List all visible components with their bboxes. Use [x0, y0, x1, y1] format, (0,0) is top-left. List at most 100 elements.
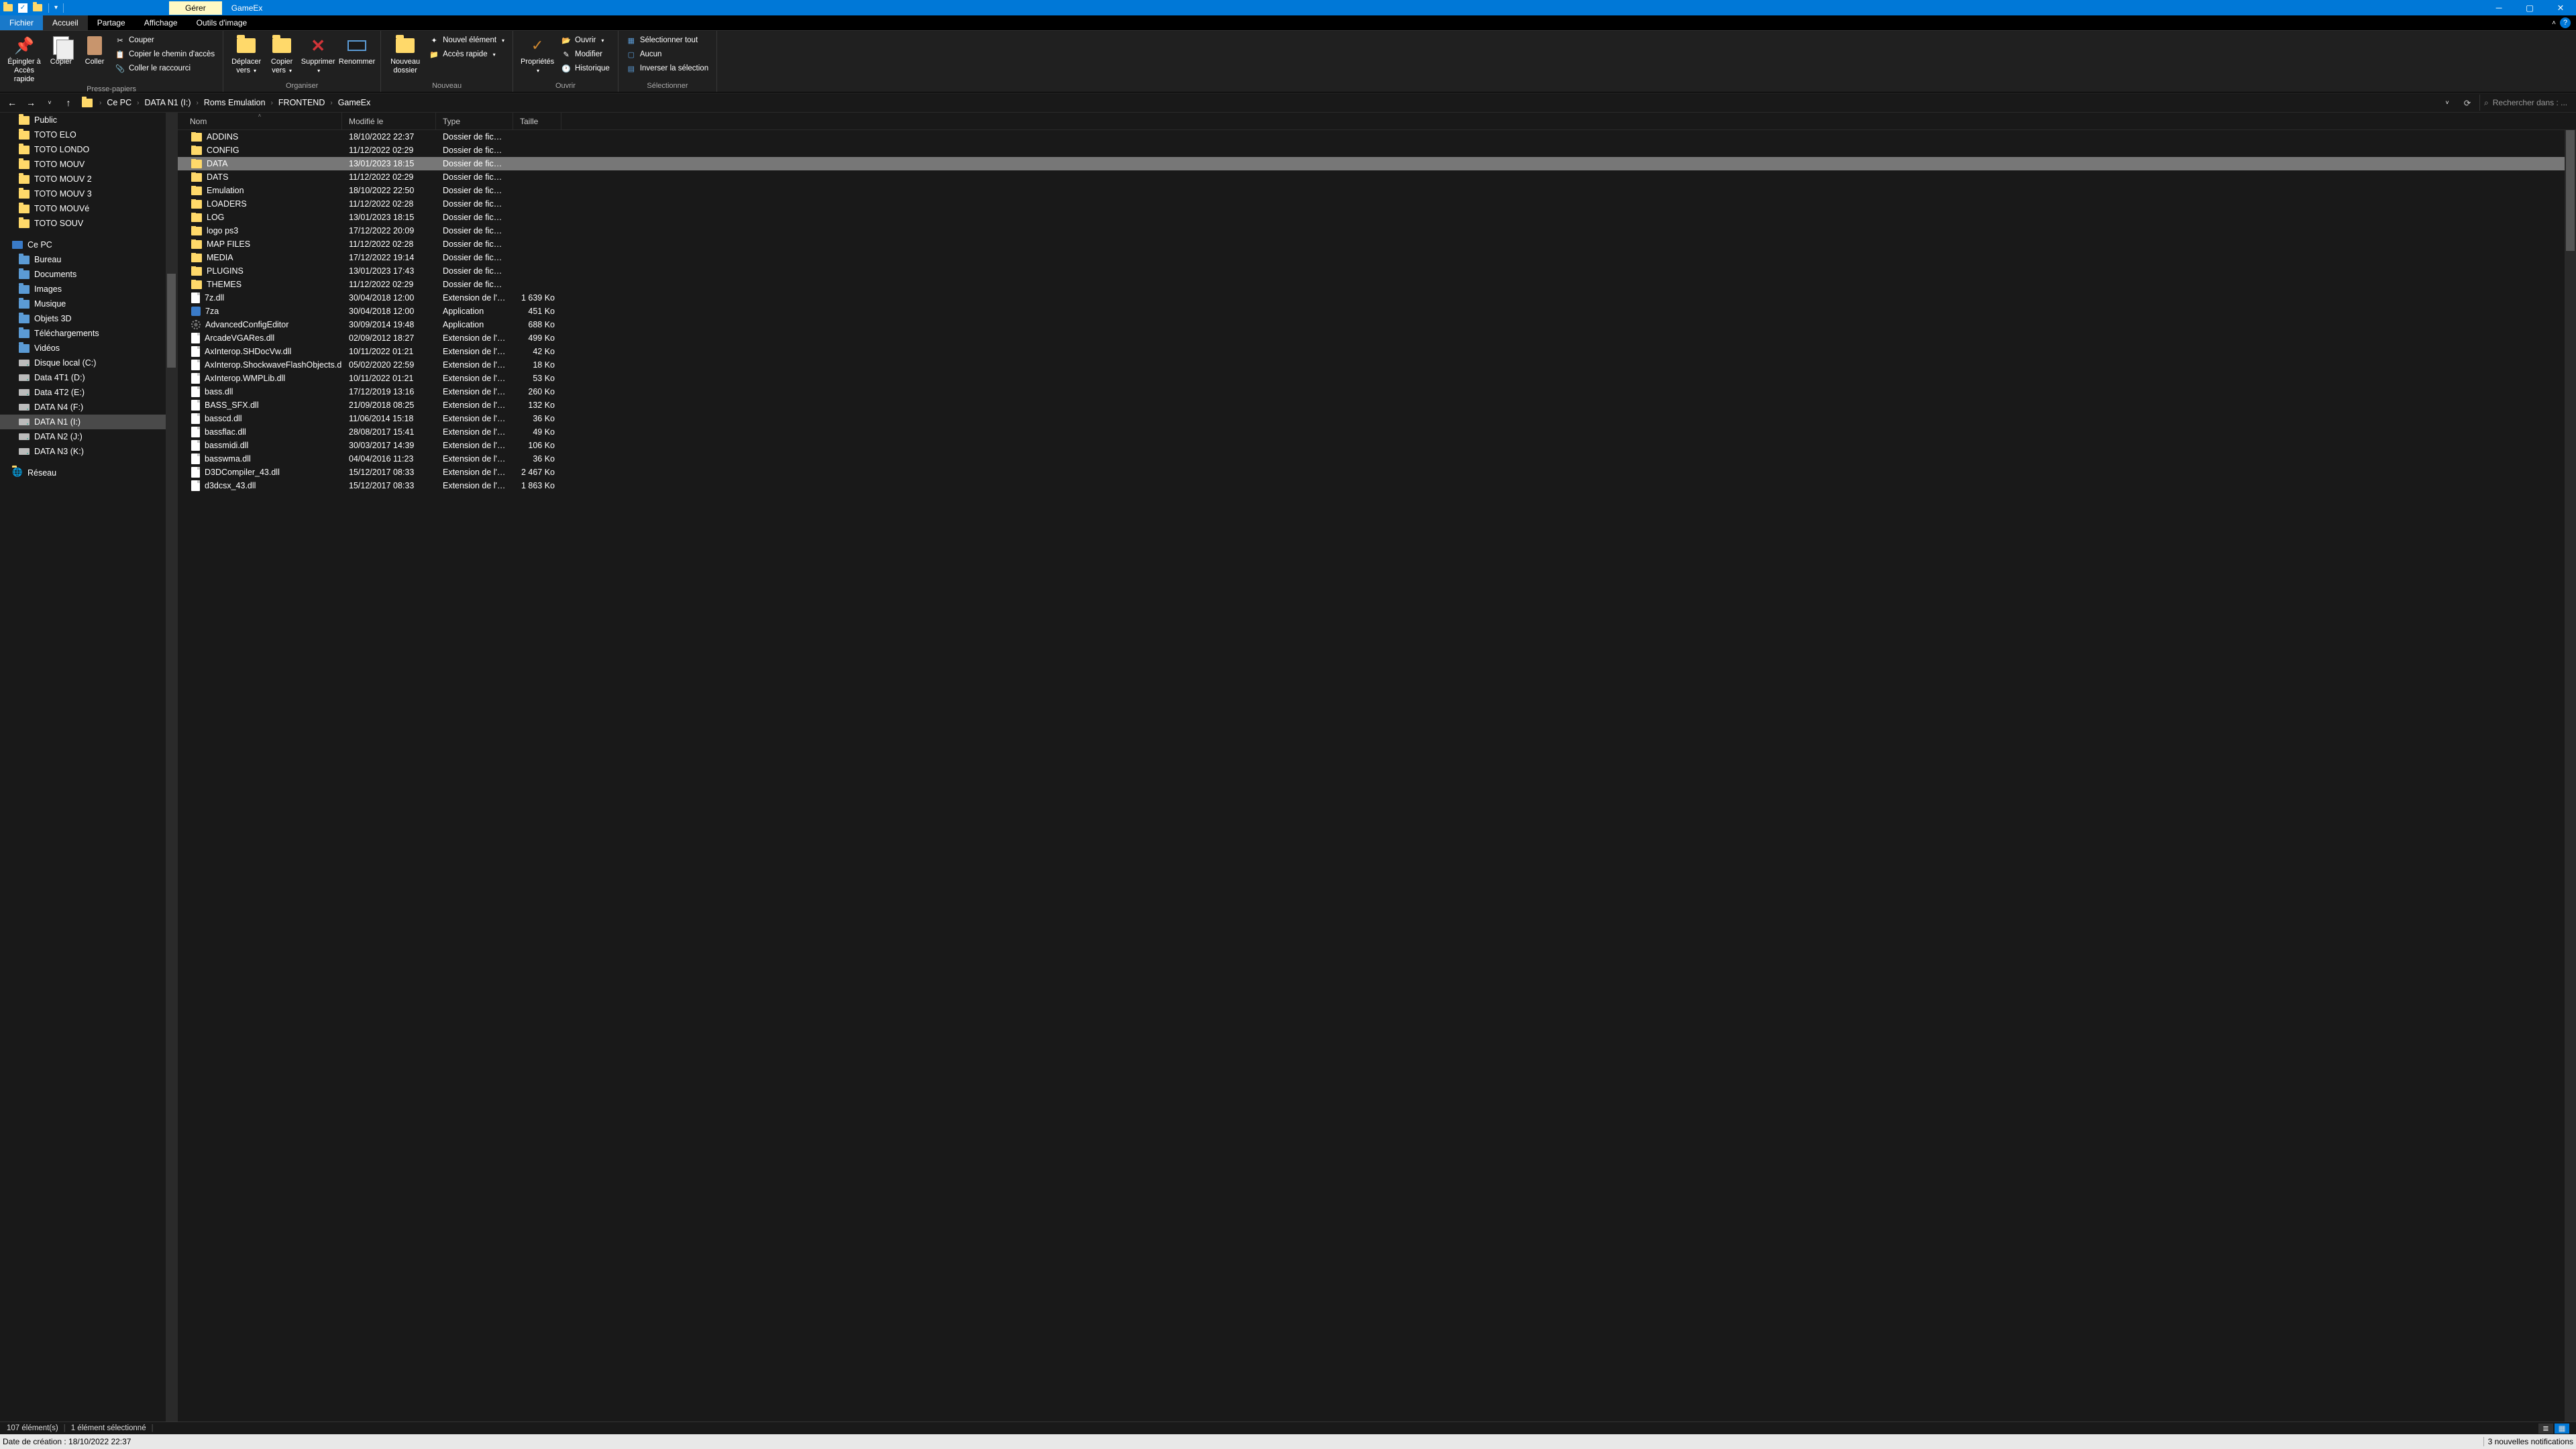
- tab-home[interactable]: Accueil: [43, 15, 88, 30]
- refresh-button[interactable]: ⟳: [2458, 95, 2477, 111]
- sidebar-item[interactable]: TOTO MOUV 2: [0, 172, 177, 186]
- sidebar-item[interactable]: TOTO MOUV: [0, 157, 177, 172]
- file-row[interactable]: D3DCompiler_43.dll15/12/2017 08:33Extens…: [178, 466, 2576, 479]
- sidebar-item[interactable]: DATA N1 (I:): [0, 415, 177, 429]
- up-button[interactable]: ↑: [60, 95, 76, 111]
- rename-button[interactable]: Renommer: [339, 34, 375, 80]
- file-row[interactable]: AxInterop.ShockwaveFlashObjects.dll05/02…: [178, 358, 2576, 372]
- file-row[interactable]: 7za30/04/2018 12:00Application451 Ko: [178, 305, 2576, 318]
- sidebar-item[interactable]: Téléchargements: [0, 326, 177, 341]
- file-row[interactable]: DATA13/01/2023 18:15Dossier de fichiers: [178, 157, 2576, 170]
- copy-button[interactable]: Copier: [46, 34, 76, 84]
- sidebar-item[interactable]: DATA N4 (F:): [0, 400, 177, 415]
- paste-shortcut-button[interactable]: 📎Coller le raccourci: [113, 62, 217, 75]
- sidebar-item[interactable]: TOTO SOUV: [0, 216, 177, 231]
- file-row[interactable]: AxInterop.WMPLib.dll10/11/2022 01:21Exte…: [178, 372, 2576, 385]
- sidebar-item[interactable]: Data 4T1 (D:): [0, 370, 177, 385]
- sidebar-item[interactable]: Musique: [0, 297, 177, 311]
- file-row[interactable]: Emulation18/10/2022 22:50Dossier de fich…: [178, 184, 2576, 197]
- maximize-button[interactable]: ▢: [2514, 0, 2545, 15]
- invert-selection-button[interactable]: ▤Inverser la sélection: [624, 62, 711, 75]
- file-row[interactable]: CONFIG11/12/2022 02:29Dossier de fichier…: [178, 144, 2576, 157]
- sidebar-item[interactable]: Data 4T2 (E:): [0, 385, 177, 400]
- file-row[interactable]: bass.dll17/12/2019 13:16Extension de l'a…: [178, 385, 2576, 398]
- sidebar-item[interactable]: TOTO LONDO: [0, 142, 177, 157]
- column-type[interactable]: Type: [436, 113, 513, 129]
- file-row[interactable]: bassmidi.dll30/03/2017 14:39Extension de…: [178, 439, 2576, 452]
- sidebar-item[interactable]: TOTO MOUV 3: [0, 186, 177, 201]
- sidebar-item[interactable]: TOTO MOUVé: [0, 201, 177, 216]
- tab-file[interactable]: Fichier: [0, 15, 43, 30]
- collapse-ribbon-icon[interactable]: ˄: [2552, 19, 2556, 27]
- tab-image-tools[interactable]: Outils d'image: [187, 15, 257, 30]
- file-row[interactable]: logo ps317/12/2022 20:09Dossier de fichi…: [178, 224, 2576, 237]
- sidebar-item[interactable]: TOTO ELO: [0, 127, 177, 142]
- file-row[interactable]: 7z.dll30/04/2018 12:00Extension de l'app…: [178, 291, 2576, 305]
- file-row[interactable]: basswma.dll04/04/2016 11:23Extension de …: [178, 452, 2576, 466]
- file-row[interactable]: ArcadeVGARes.dll02/09/2012 18:27Extensio…: [178, 331, 2576, 345]
- sidebar-item[interactable]: DATA N3 (K:): [0, 444, 177, 459]
- edit-button[interactable]: ✎Modifier: [559, 48, 612, 61]
- file-row[interactable]: ADDINS18/10/2022 22:37Dossier de fichier…: [178, 130, 2576, 144]
- view-details-button[interactable]: ≣: [2538, 1424, 2553, 1434]
- help-icon[interactable]: ?: [2560, 17, 2571, 28]
- column-name[interactable]: Nom˄: [178, 113, 342, 129]
- pin-quick-access-button[interactable]: 📌 Épingler à Accès rapide: [5, 34, 43, 84]
- search-input[interactable]: ⌕ Rechercher dans : ...: [2479, 95, 2572, 111]
- sidebar-item[interactable]: Documents: [0, 267, 177, 282]
- select-none-button[interactable]: ▢Aucun: [624, 48, 711, 61]
- forward-button[interactable]: →: [23, 95, 39, 111]
- breadcrumb-segment[interactable]: Ce PC: [104, 98, 134, 107]
- file-row[interactable]: MEDIA17/12/2022 19:14Dossier de fichiers: [178, 251, 2576, 264]
- sidebar-item[interactable]: Public: [0, 113, 177, 127]
- copy-to-button[interactable]: Copier vers ▾: [266, 34, 297, 80]
- file-row[interactable]: THEMES11/12/2022 02:29Dossier de fichier…: [178, 278, 2576, 291]
- column-size[interactable]: Taille: [513, 113, 561, 129]
- breadcrumb-segment[interactable]: FRONTEND: [276, 98, 327, 107]
- file-row[interactable]: AxInterop.SHDocVw.dll10/11/2022 01:21Ext…: [178, 345, 2576, 358]
- tab-view[interactable]: Affichage: [135, 15, 187, 30]
- breadcrumb-segment[interactable]: Roms Emulation: [201, 98, 268, 107]
- file-row[interactable]: MAP FILES11/12/2022 02:28Dossier de fich…: [178, 237, 2576, 251]
- sidebar-item[interactable]: Images: [0, 282, 177, 297]
- file-row[interactable]: PLUGINS13/01/2023 17:43Dossier de fichie…: [178, 264, 2576, 278]
- address-dropdown[interactable]: ˅: [2439, 95, 2455, 111]
- checkbox-icon[interactable]: ✓: [17, 3, 28, 13]
- file-row[interactable]: DATS11/12/2022 02:29Dossier de fichiers: [178, 170, 2576, 184]
- manage-contextual-tab[interactable]: Gérer: [169, 1, 222, 15]
- file-row[interactable]: AdvancedConfigEditor30/09/2014 19:48Appl…: [178, 318, 2576, 331]
- new-item-button[interactable]: ✦Nouvel élément▾: [427, 34, 507, 47]
- sidebar-item[interactable]: DATA N2 (J:): [0, 429, 177, 444]
- move-to-button[interactable]: Déplacer vers ▾: [229, 34, 264, 80]
- sidebar-item[interactable]: Ce PC: [0, 237, 177, 252]
- sidebar-item[interactable]: 🌐Réseau: [0, 466, 177, 480]
- properties-button[interactable]: ✓ Propriétés▾: [519, 34, 556, 80]
- back-button[interactable]: ←: [4, 95, 20, 111]
- history-button[interactable]: 🕐Historique: [559, 62, 612, 75]
- breadcrumb-segment[interactable]: DATA N1 (I:): [142, 98, 194, 107]
- sidebar-item[interactable]: Objets 3D: [0, 311, 177, 326]
- file-row[interactable]: d3dcsx_43.dll15/12/2017 08:33Extension d…: [178, 479, 2576, 492]
- quick-access-dropdown[interactable]: ▾: [54, 4, 58, 11]
- paste-button[interactable]: Coller: [79, 34, 110, 84]
- breadcrumb[interactable]: › Ce PC› DATA N1 (I:)› Roms Emulation› F…: [79, 95, 2436, 111]
- sidebar-item[interactable]: Vidéos: [0, 341, 177, 356]
- column-modified[interactable]: Modifié le: [342, 113, 436, 129]
- recent-dropdown[interactable]: ˅: [42, 95, 58, 111]
- delete-button[interactable]: ✕ Supprimer▾: [300, 34, 336, 80]
- sidebar-item[interactable]: Disque local (C:): [0, 356, 177, 370]
- file-row[interactable]: basscd.dll11/06/2014 15:18Extension de l…: [178, 412, 2576, 425]
- open-button[interactable]: 📂Ouvrir▾: [559, 34, 612, 47]
- file-row[interactable]: LOG13/01/2023 18:15Dossier de fichiers: [178, 211, 2576, 224]
- select-all-button[interactable]: ▦Sélectionner tout: [624, 34, 711, 47]
- easy-access-button[interactable]: 📁Accès rapide▾: [427, 48, 507, 61]
- minimize-button[interactable]: ─: [2483, 0, 2514, 15]
- view-large-button[interactable]: ▦: [2555, 1424, 2569, 1434]
- sidebar-item[interactable]: Bureau: [0, 252, 177, 267]
- file-scrollbar[interactable]: [2565, 130, 2576, 1421]
- file-row[interactable]: bassflac.dll28/08/2017 15:41Extension de…: [178, 425, 2576, 439]
- tab-share[interactable]: Partage: [88, 15, 135, 30]
- cut-button[interactable]: ✂Couper: [113, 34, 217, 47]
- file-row[interactable]: LOADERS11/12/2022 02:28Dossier de fichie…: [178, 197, 2576, 211]
- breadcrumb-segment[interactable]: GameEx: [335, 98, 374, 107]
